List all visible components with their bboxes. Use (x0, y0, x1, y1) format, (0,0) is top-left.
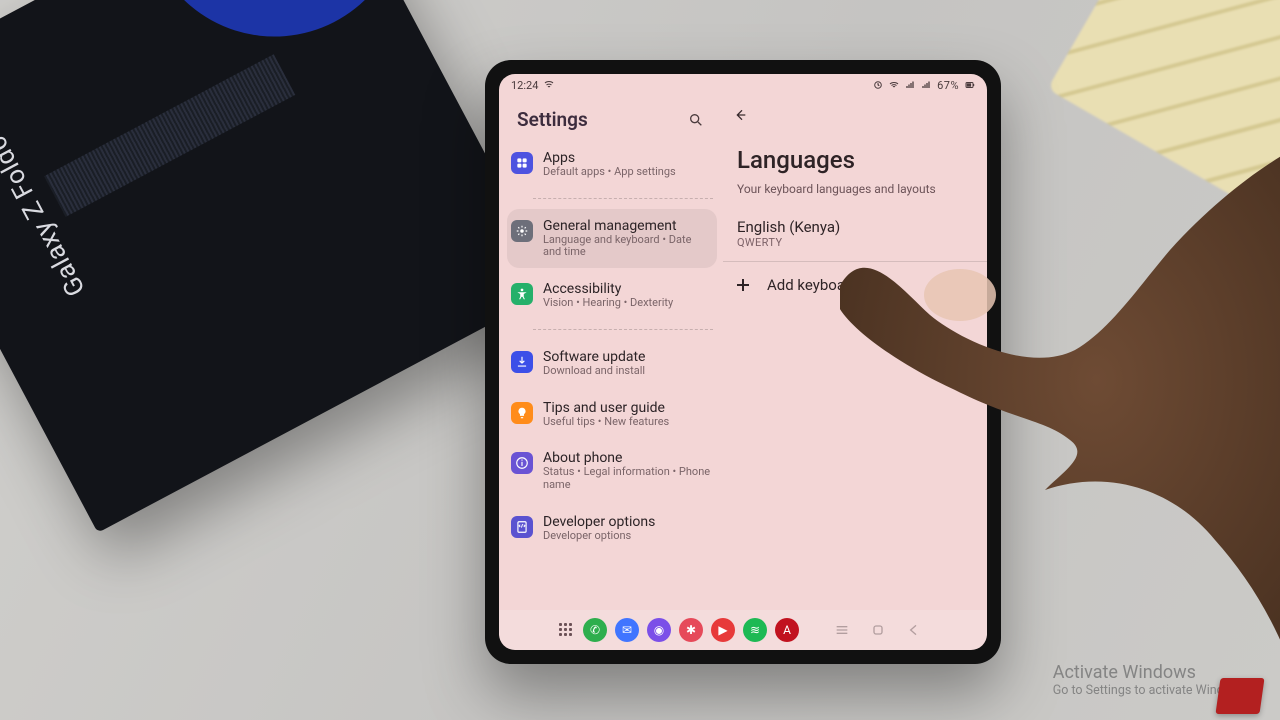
channel-logo (1215, 678, 1264, 714)
settings-item-subtitle: Vision • Hearing • Dexterity (543, 297, 673, 310)
dock-apps: ✆ ✉ ◉ ✱ ▶ ≋ A (583, 618, 799, 642)
box-barcode-stripe (44, 54, 295, 217)
app-drawer-button[interactable] (559, 623, 573, 637)
dock-app-messages[interactable]: ✉ (615, 618, 639, 642)
settings-item-title: Accessibility (543, 281, 673, 297)
settings-item-swupdate[interactable]: Software updateDownload and install (507, 340, 717, 387)
alarm-icon (873, 80, 883, 90)
two-pane-layout: Settings AppsDefault apps • App settings… (499, 96, 987, 610)
dock-app-spotify[interactable]: ≋ (743, 618, 767, 642)
back-button[interactable] (731, 106, 749, 124)
nav-back-button[interactable] (901, 621, 927, 639)
a11y-icon (511, 283, 533, 305)
box-brand-text: Galaxy Z Fold6 (0, 130, 92, 301)
vowifi-icon (544, 80, 554, 90)
dock-app-acrobat[interactable]: A (775, 618, 799, 642)
dock-app-hub[interactable]: ✱ (679, 618, 703, 642)
search-button[interactable] (687, 111, 705, 129)
nav-recents-icon (834, 622, 850, 638)
tips-icon (511, 402, 533, 424)
settings-section-divider (533, 329, 713, 330)
settings-item-a11y[interactable]: AccessibilityVision • Hearing • Dexterit… (507, 272, 717, 319)
settings-item-subtitle: Language and keyboard • Date and time (543, 234, 711, 259)
detail-title: Languages (737, 146, 987, 174)
genmgmt-icon (511, 220, 533, 242)
settings-item-title: Tips and user guide (543, 400, 669, 416)
device-screen: 12:24 67% (499, 74, 987, 650)
settings-item-tips[interactable]: Tips and user guideUseful tips • New fea… (507, 391, 717, 438)
nav-home-icon (870, 622, 886, 638)
language-name: English (Kenya) (737, 218, 987, 236)
dock-app-browser[interactable]: ◉ (647, 618, 671, 642)
signal-icon (905, 80, 915, 90)
settings-item-title: General management (543, 218, 711, 234)
status-bar: 12:24 67% (499, 74, 987, 96)
settings-item-title: Software update (543, 349, 645, 365)
settings-item-genmgmt[interactable]: General managementLanguage and keyboard … (507, 209, 717, 268)
search-icon (688, 112, 704, 128)
status-time: 12:24 (511, 79, 538, 92)
settings-item-title: Apps (543, 150, 676, 166)
settings-item-subtitle: Default apps • App settings (543, 166, 676, 179)
settings-list: AppsDefault apps • App settings General m… (499, 141, 719, 551)
settings-item-subtitle: Status • Legal information • Phone name (543, 466, 711, 491)
detail-subtitle: Your keyboard languages and layouts (737, 182, 987, 196)
settings-item-devopts[interactable]: Developer optionsDeveloper options (507, 505, 717, 552)
nav-back-icon (906, 622, 922, 638)
settings-item-about[interactable]: About phoneStatus • Legal information • … (507, 441, 717, 500)
settings-pane: Settings AppsDefault apps • App settings… (499, 96, 719, 610)
language-layout: QWERTY (737, 236, 987, 249)
signal2-icon (921, 80, 931, 90)
detail-pane: Languages Your keyboard languages and la… (719, 96, 987, 610)
settings-item-apps[interactable]: AppsDefault apps • App settings (507, 141, 717, 188)
devopts-icon (511, 516, 533, 538)
settings-item-title: Developer options (543, 514, 655, 530)
settings-title: Settings (517, 108, 588, 131)
settings-item-subtitle: Useful tips • New features (543, 416, 669, 429)
wifi-icon (889, 80, 899, 90)
dock-app-phone[interactable]: ✆ (583, 618, 607, 642)
status-battery: 67% (937, 79, 959, 92)
device-frame: 12:24 67% (485, 60, 1001, 664)
back-arrow-icon (732, 107, 748, 123)
nav-home-button[interactable] (865, 621, 891, 639)
dock-bar: ✆ ✉ ◉ ✱ ▶ ≋ A (499, 610, 987, 650)
settings-item-subtitle: Download and install (543, 365, 645, 378)
settings-header: Settings (499, 104, 719, 141)
swupdate-icon (511, 351, 533, 373)
battery-icon (965, 80, 975, 90)
settings-item-subtitle: Developer options (543, 530, 655, 543)
apps-icon (511, 152, 533, 174)
settings-item-title: About phone (543, 450, 711, 466)
nav-recents-button[interactable] (829, 621, 855, 639)
settings-section-divider (533, 198, 713, 199)
language-entry[interactable]: English (Kenya) QWERTY (719, 212, 987, 261)
add-keyboard-label: Add keyboard (767, 276, 858, 294)
plus-icon (737, 279, 749, 291)
dock-app-yt[interactable]: ▶ (711, 618, 735, 642)
add-keyboard-button[interactable]: Add keyboard (719, 262, 987, 308)
about-icon (511, 452, 533, 474)
